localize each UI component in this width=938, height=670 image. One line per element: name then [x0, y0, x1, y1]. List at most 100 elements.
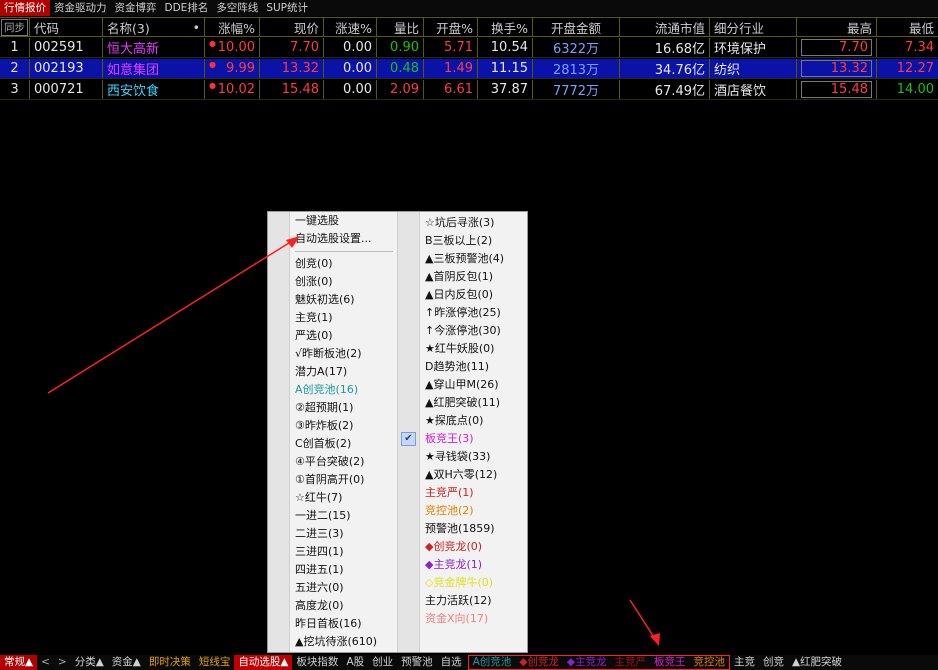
menu-item-right-2[interactable]: ▲三板预警池(4)	[398, 250, 527, 268]
menu-item-left-4[interactable]: 严选(0)	[268, 327, 397, 345]
menu-item-right-12[interactable]: ✔ 板竞王(3)	[398, 430, 527, 448]
menu-item-right-13[interactable]: ★寻钱袋(33)	[398, 448, 527, 466]
menu-item-right-19[interactable]: ◆主竞龙(1)	[398, 556, 527, 574]
menu-item-left-20[interactable]: 昨日首板(16)	[268, 615, 397, 633]
menu-item-left-21[interactable]: ▲挖坑待涨(610)	[268, 633, 397, 651]
menu-item-left-12[interactable]: ①首阴高开(0)	[268, 471, 397, 489]
menu-item-right-21[interactable]: 主力活跃(12)	[398, 592, 527, 610]
sync-label[interactable]: 同步	[1, 18, 28, 36]
col-name[interactable]: 名称(3) •	[103, 18, 205, 36]
row-high-value: 7.70	[801, 39, 872, 56]
menu-item-right-11[interactable]: ★探底点(0)	[398, 412, 527, 430]
menu-item-left-11[interactable]: ④平台突破(2)	[268, 453, 397, 471]
bottom-tab-zhu-strict[interactable]: 主竞严	[610, 655, 650, 670]
bottom-tab-control-pool[interactable]: 竞控池	[689, 655, 729, 670]
menu-item-right-1[interactable]: B三板以上(2)	[398, 232, 527, 250]
menu-item-left-9[interactable]: ③昨炸板(2)	[268, 417, 397, 435]
bottom-tab-chuang-dragon[interactable]: ◆创竞龙	[515, 655, 563, 670]
menu-item-left-16[interactable]: 三进四(1)	[268, 543, 397, 561]
menu-item-left-6[interactable]: 潜力A(17)	[268, 363, 397, 381]
bottom-tab-chuang[interactable]: 创竞	[759, 655, 788, 670]
menu-item-left-17[interactable]: 四进五(1)	[268, 561, 397, 579]
arrow-to-bottom-line	[629, 599, 658, 643]
bottom-tab-a-share[interactable]: A股	[342, 655, 368, 670]
menu-item-right-22[interactable]: 资金X向(17)	[398, 610, 527, 628]
col-float-mcap[interactable]: 流通市值	[620, 18, 710, 36]
menu-item-right-16[interactable]: 竞控池(2)	[398, 502, 527, 520]
next-arrow-icon[interactable]: >	[54, 655, 71, 670]
menu-item-left-3[interactable]: 主竞(1)	[268, 309, 397, 327]
menu-item-left-18[interactable]: 五进六(0)	[268, 579, 397, 597]
prev-arrow-icon[interactable]: <	[37, 655, 54, 670]
menu-item-left-7[interactable]: A创竞池(16)	[268, 381, 397, 399]
col-open-pct[interactable]: 开盘%	[424, 18, 478, 36]
bottom-tab-red-breakout[interactable]: ▲红肥突破	[788, 655, 846, 670]
menu-item-right-4[interactable]: ▲日内反包(0)	[398, 286, 527, 304]
menu-item-right-8[interactable]: D趋势池(11)	[398, 358, 527, 376]
col-vol-ratio[interactable]: 量比	[377, 18, 424, 36]
menu-item-right-5[interactable]: ↑昨涨停池(25)	[398, 304, 527, 322]
menu-column-right: ☆坑后寻涨(3) B三板以上(2) ▲三板预警池(4) ▲首阴反包(1) ▲日内反包(0…	[398, 212, 527, 652]
bottom-tab-sector-index[interactable]: 板块指数	[292, 655, 342, 670]
menu-item-left-8[interactable]: ②超预期(1)	[268, 399, 397, 417]
bottom-tab-instant-decision[interactable]: 即时决策	[145, 655, 195, 670]
menu-item-right-18[interactable]: ◆创竞龙(0)	[398, 538, 527, 556]
bottom-tab-auto-select[interactable]: 自动选股▲	[234, 655, 293, 670]
menu-item-right-10[interactable]: ▲红肥突破(11)	[398, 394, 527, 412]
menu-item-right-3[interactable]: ▲首阴反包(1)	[398, 268, 527, 286]
menu-item-left-14[interactable]: 一进二(15)	[268, 507, 397, 525]
bottom-tab-watchlist[interactable]: 自选	[437, 655, 466, 670]
bottom-tab-fund[interactable]: 资金▲	[108, 655, 145, 670]
tab-dde-rank[interactable]: DDE排名	[161, 0, 213, 16]
table-row-selected[interactable]: 2 002193 如意集团 ● 9.99 13.32 0.00 0.48 1.49…	[0, 59, 938, 79]
col-low[interactable]: 最低	[877, 18, 938, 36]
menu-item-right-17[interactable]: 预警池(1859)	[398, 520, 527, 538]
row-industry: 环境保护	[710, 38, 797, 57]
menu-item-left-0[interactable]: 创竞(0)	[268, 255, 397, 273]
bottom-tab-category[interactable]: 分类▲	[71, 655, 108, 670]
table-row[interactable]: 3 000721 西安饮食 ● 10.02 15.48 0.00 2.09 6.6…	[0, 80, 938, 100]
menu-item-right-20[interactable]: ◇竞金牌牛(0)	[398, 574, 527, 592]
row-open-pct: 6.61	[424, 80, 478, 99]
menu-item-left-1[interactable]: 创涨(0)	[268, 273, 397, 291]
col-change-pct[interactable]: 涨幅%	[205, 18, 260, 36]
bottom-tab-bar: 常规▲ < > 分类▲ 资金▲ 即时决策 短线宝 自动选股▲ 板块指数 A股 创…	[0, 655, 938, 670]
row-open-amount: 6322万	[533, 38, 620, 57]
bottom-tab-regular[interactable]: 常规▲	[0, 655, 38, 670]
menu-item-left-19[interactable]: 高度龙(0)	[268, 597, 397, 615]
col-speed[interactable]: 涨速%	[324, 18, 377, 36]
tab-quote[interactable]: 行情报价	[0, 0, 50, 16]
menu-item-left-15[interactable]: 二进三(3)	[268, 525, 397, 543]
tab-sup-stats[interactable]: SUP统计	[262, 0, 312, 16]
menu-item-right-6[interactable]: ↑今涨停池(30)	[398, 322, 527, 340]
menu-item-right-7[interactable]: ★红牛妖股(0)	[398, 340, 527, 358]
table-row[interactable]: 1 002591 恒大高新 ● 10.00 7.70 0.00 0.90 5.71…	[0, 38, 938, 58]
menu-item-right-0[interactable]: ☆坑后寻涨(3)	[398, 214, 527, 232]
menu-item-one-click-select[interactable]: 一键选股	[268, 212, 397, 230]
tab-fund-driver[interactable]: 资金驱动力	[50, 0, 111, 16]
tab-fund-game[interactable]: 资金博弈	[111, 0, 161, 16]
bottom-tab-ban-king[interactable]: 板竞王	[650, 655, 690, 670]
bottom-tab-chinext[interactable]: 创业	[368, 655, 397, 670]
menu-item-right-15[interactable]: 主竞严(1)	[398, 484, 527, 502]
sync-toggle[interactable]: 同步	[0, 18, 30, 36]
menu-item-auto-select-settings[interactable]: 自动选股设置...	[268, 230, 397, 248]
bottom-tab-alert-pool[interactable]: 预警池	[397, 655, 437, 670]
col-high[interactable]: 最高	[797, 18, 877, 36]
menu-item-right-14[interactable]: ▲双H六零(12)	[398, 466, 527, 484]
col-code[interactable]: 代码	[30, 18, 103, 36]
menu-item-left-13[interactable]: ☆红牛(7)	[268, 489, 397, 507]
menu-item-right-9[interactable]: ▲穿山甲M(26)	[398, 376, 527, 394]
bottom-tab-zhu-dragon[interactable]: ◆主竞龙	[563, 655, 611, 670]
col-turnover[interactable]: 换手%	[478, 18, 533, 36]
bottom-tab-short-term[interactable]: 短线宝	[195, 655, 235, 670]
tab-long-short[interactable]: 多空阵线	[212, 0, 262, 16]
menu-item-left-2[interactable]: 魅妖初选(6)	[268, 291, 397, 309]
menu-item-left-5[interactable]: √昨断板池(2)	[268, 345, 397, 363]
col-open-amount[interactable]: 开盘金额	[533, 18, 620, 36]
col-price[interactable]: 现价	[260, 18, 324, 36]
col-industry[interactable]: 细分行业	[710, 18, 797, 36]
menu-item-left-10[interactable]: C创首板(2)	[268, 435, 397, 453]
bottom-tab-a-chuang-pool[interactable]: A创竞池	[469, 655, 516, 670]
bottom-tab-zhu[interactable]: 主竞	[730, 655, 759, 670]
